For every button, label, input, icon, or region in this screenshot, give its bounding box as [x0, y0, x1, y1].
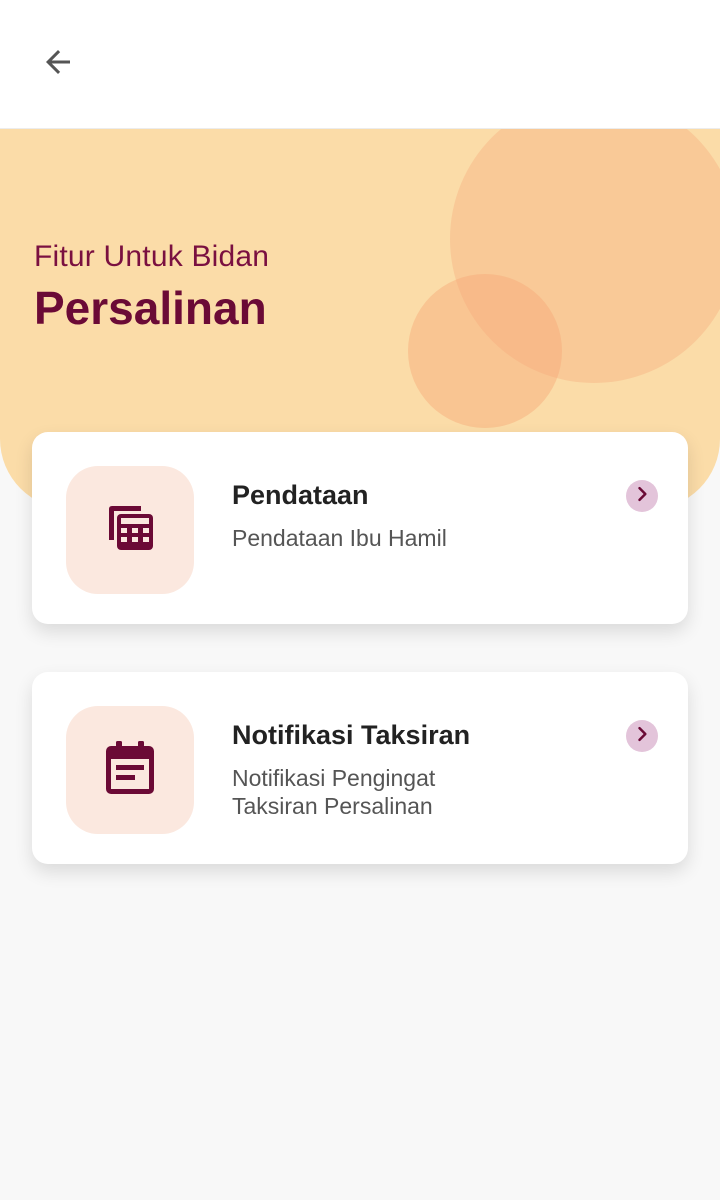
calendar-event-icon [105, 740, 155, 801]
feature-description-line: Notifikasi Pengingat [232, 765, 436, 791]
feature-icon-container [66, 466, 194, 594]
feature-description: Notifikasi Pengingat Taksiran Persalinan [232, 764, 532, 820]
feature-icon-container [66, 706, 194, 834]
decorative-circle-small [408, 274, 562, 428]
app-bar [0, 0, 720, 129]
chevron-right-icon [632, 724, 652, 749]
chevron-right-icon [632, 484, 652, 509]
feature-card-pendataan[interactable]: Pendataan Pendataan Ibu Hamil [32, 432, 688, 624]
chevron-right-button[interactable] [626, 720, 658, 752]
feature-description: Pendataan Ibu Hamil [232, 525, 447, 551]
hero-subtitle: Fitur Untuk Bidan [34, 240, 270, 273]
feature-card-notifikasi-taksiran[interactable]: Notifikasi Taksiran Notifikasi Pengingat… [32, 672, 688, 864]
page-title: Persalinan [34, 282, 267, 334]
calculator-icon [105, 503, 155, 558]
chevron-right-button[interactable] [626, 480, 658, 512]
arrow-left-icon [40, 44, 76, 85]
feature-title: Notifikasi Taksiran [232, 720, 471, 750]
feature-title: Pendataan [232, 480, 369, 510]
feature-description-line: Taksiran Persalinan [232, 793, 433, 819]
back-button[interactable] [34, 42, 82, 86]
